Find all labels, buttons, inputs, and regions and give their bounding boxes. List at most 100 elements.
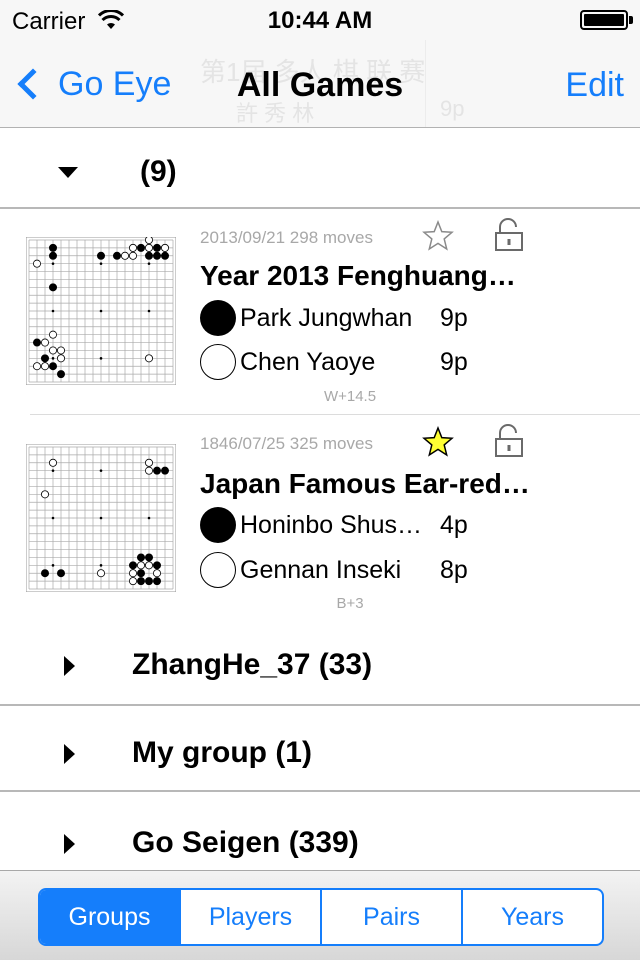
game-result: W+14.5: [323, 388, 377, 405]
black-stone: [145, 577, 154, 586]
black-stone: [153, 251, 162, 260]
hoshi-point: [51, 564, 55, 567]
status-bar: Carrier 10:44 AM: [0, 0, 640, 40]
white-stone: [129, 251, 138, 260]
black-stone: [137, 553, 146, 562]
tab-players[interactable]: Players: [179, 890, 320, 944]
white-stone: [129, 243, 138, 252]
hoshi-point: [51, 357, 55, 360]
star-icon[interactable]: [422, 220, 454, 252]
white-stone: [56, 354, 65, 363]
white-stone: [153, 569, 162, 578]
hoshi-point: [51, 262, 55, 265]
white-stone: [160, 243, 169, 252]
tab-pairs[interactable]: Pairs: [320, 890, 461, 944]
black-stone: [33, 338, 41, 347]
hoshi-point: [99, 469, 103, 472]
game-result: B+3: [336, 595, 364, 612]
page-title: All Games: [236, 66, 404, 104]
black-player-rank: 9p: [440, 304, 468, 332]
group-row-go-seigen[interactable]: Go Seigen (339): [0, 794, 640, 874]
status-time: 10:44 AM: [267, 7, 373, 34]
hoshi-point: [99, 516, 103, 520]
edit-button[interactable]: Edit: [565, 66, 624, 105]
hoshi-point: [147, 262, 151, 265]
black-stone: [137, 569, 146, 578]
game-title: Japan Famous Ear-red…: [200, 468, 530, 499]
battery-icon: [580, 10, 628, 30]
black-stone: [48, 243, 57, 252]
unlocked-padlock-icon[interactable]: [494, 424, 524, 458]
black-stone: [137, 577, 146, 586]
hoshi-point: [147, 516, 151, 520]
black-stone: [129, 561, 138, 570]
hoshi-point: [147, 309, 151, 313]
triangle-right-icon: [64, 834, 75, 854]
white-stone-icon: [200, 552, 236, 588]
white-stone: [40, 362, 49, 371]
white-stone: [137, 561, 146, 570]
triangle-right-icon: [64, 744, 75, 764]
tab-groups[interactable]: Groups: [40, 890, 179, 944]
white-stone-icon: [200, 344, 236, 380]
black-stone: [145, 553, 154, 562]
tab-years[interactable]: Years: [461, 890, 602, 944]
triangle-down-icon: [58, 167, 78, 178]
group-row-zhanghe[interactable]: ZhangHe_37 (33): [0, 626, 640, 706]
hoshi-point: [99, 262, 103, 265]
game-meta: 2013/09/21 298 moves: [200, 228, 373, 247]
hoshi-point: [99, 357, 103, 360]
white-player-name: Gennan Inseki: [240, 556, 402, 584]
game-row[interactable]: 2013/09/21 298 moves Year 2013 Fenghuang…: [0, 210, 640, 416]
black-stone: [97, 251, 106, 260]
black-stone: [153, 243, 162, 252]
white-stone: [129, 577, 138, 586]
row-divider: [30, 414, 640, 415]
white-stone: [145, 237, 153, 244]
black-stone: [48, 362, 57, 371]
black-stone: [145, 251, 154, 260]
star-icon[interactable]: [422, 426, 454, 458]
white-stone: [145, 561, 154, 570]
group-label: (9): [140, 155, 177, 188]
unlocked-padlock-icon[interactable]: [494, 218, 524, 252]
black-stone: [48, 251, 57, 260]
group-row-my-group[interactable]: My group (1): [0, 712, 640, 792]
game-row[interactable]: 1846/07/25 325 moves Japan Famous Ear-re…: [0, 416, 640, 622]
view-segmented-control: Groups Players Pairs Years: [38, 888, 604, 946]
white-stone: [40, 490, 49, 499]
white-stone: [145, 243, 154, 252]
black-stone-icon: [200, 300, 236, 336]
game-meta: 1846/07/25 325 moves: [200, 434, 373, 453]
black-stone: [137, 243, 146, 252]
white-stone: [33, 259, 41, 268]
go-board-thumbnail: [26, 237, 176, 385]
white-stone: [129, 569, 138, 578]
black-stone: [153, 577, 162, 586]
black-stone: [153, 466, 162, 475]
group-label: ZhangHe_37 (33): [132, 648, 373, 681]
black-stone: [56, 370, 65, 379]
black-stone: [40, 569, 49, 578]
white-player-rank: 8p: [440, 556, 468, 584]
white-stone: [145, 354, 154, 363]
game-title: Year 2013 Fenghuang…: [200, 260, 516, 291]
group-label: Go Seigen (339): [132, 826, 359, 859]
white-player-rank: 9p: [440, 348, 468, 376]
group-label: My group (1): [132, 736, 312, 769]
black-stone: [160, 466, 169, 475]
hoshi-point: [99, 564, 103, 567]
group-row-expanded[interactable]: (9): [0, 129, 640, 209]
hoshi-point: [99, 309, 103, 313]
navigation-bar: 第1届 多人 棋 联 赛 許 秀 林 9p Go Eye All Games E…: [0, 40, 640, 128]
hoshi-point: [51, 516, 55, 520]
black-player-name: Park Jungwhan: [240, 304, 413, 332]
black-stone: [40, 354, 49, 363]
white-stone: [56, 346, 65, 355]
black-stone-icon: [200, 507, 236, 543]
black-stone: [113, 251, 122, 260]
black-stone: [56, 569, 65, 578]
triangle-right-icon: [64, 656, 75, 676]
bottom-toolbar: Groups Players Pairs Years: [0, 870, 640, 960]
white-stone: [48, 346, 57, 355]
